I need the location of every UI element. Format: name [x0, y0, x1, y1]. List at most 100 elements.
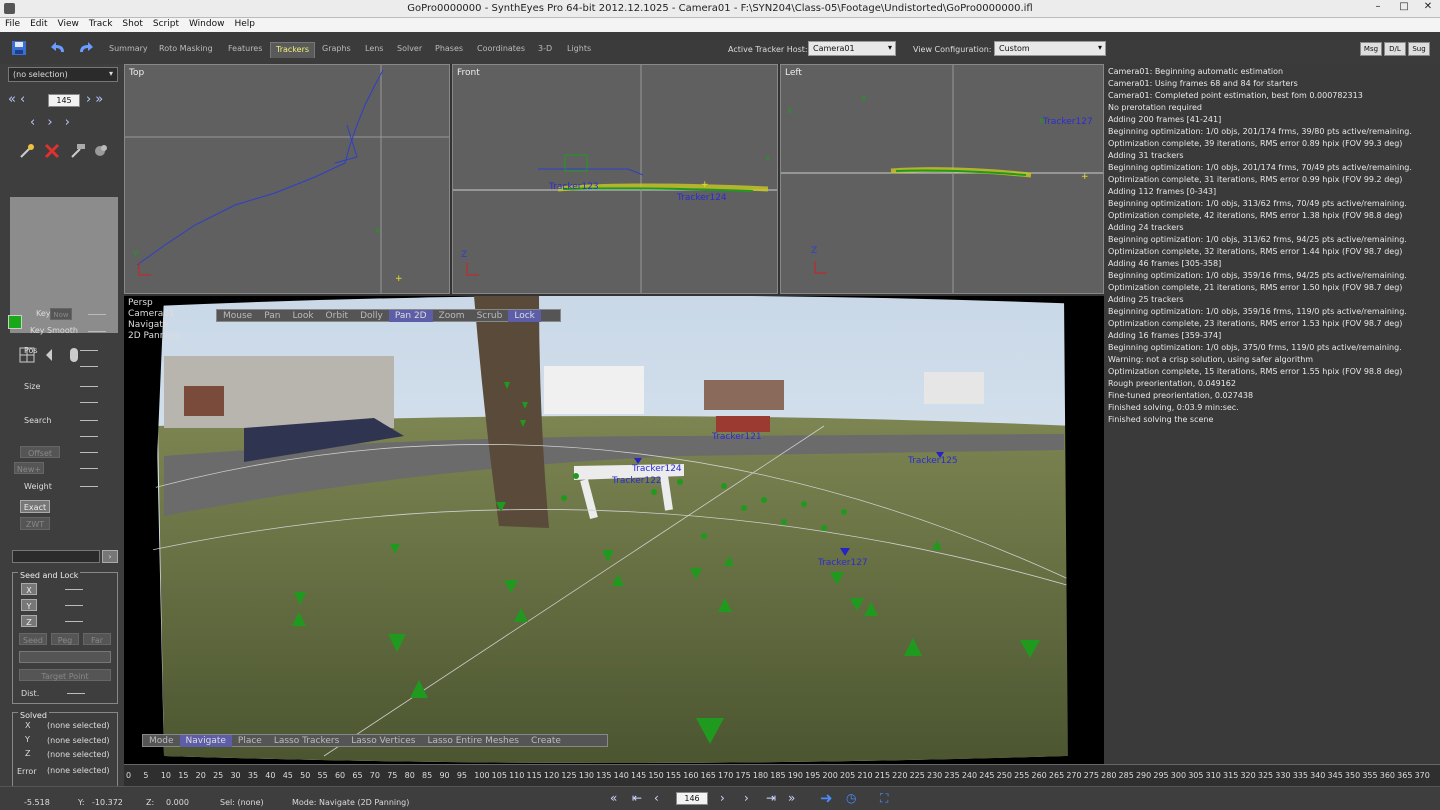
mode-zoom[interactable]: Zoom: [433, 310, 471, 322]
lock-mode-dropdown[interactable]: [19, 651, 111, 663]
weight-value: [80, 486, 98, 487]
zwt-button[interactable]: ZWT: [20, 517, 50, 530]
undo-icon[interactable]: [50, 40, 68, 56]
tab-summary[interactable]: Summary: [104, 42, 153, 58]
expand-icon[interactable]: ›: [102, 550, 118, 563]
exact-button[interactable]: Exact: [20, 500, 50, 513]
tab-graphs[interactable]: Graphs: [317, 42, 356, 58]
tab-coordinates[interactable]: Coordinates: [472, 42, 531, 58]
direction-arrow-icon[interactable]: ➜: [820, 789, 833, 807]
offset-button[interactable]: Offset: [20, 446, 60, 458]
next-key-frame-icon[interactable]: ⇥: [766, 791, 776, 805]
tab-lens[interactable]: Lens: [360, 42, 389, 58]
edit-mode-lasso-meshes[interactable]: Lasso Entire Meshes: [421, 735, 525, 747]
gears-icon[interactable]: [95, 145, 107, 156]
edit-mode-place[interactable]: Place: [232, 735, 268, 747]
step-forward-icon[interactable]: ›: [65, 115, 74, 130]
lock-x-button[interactable]: X: [21, 583, 37, 595]
menu-shot[interactable]: Shot: [117, 18, 147, 29]
step-back-frame-icon[interactable]: ‹: [654, 791, 659, 805]
last-frame-icon[interactable]: »: [95, 92, 107, 107]
tab-phases[interactable]: Phases: [430, 42, 469, 58]
fit-view-icon[interactable]: ⛶: [880, 791, 888, 806]
clock-icon[interactable]: ◷: [846, 791, 856, 805]
save-icon[interactable]: [10, 40, 28, 56]
current-frame-field[interactable]: 146: [676, 792, 708, 805]
fast-forward-icon[interactable]: »: [788, 791, 795, 805]
peg-button[interactable]: Peg: [51, 633, 79, 645]
menu-edit[interactable]: Edit: [25, 18, 52, 29]
tracker-color-swatch[interactable]: [8, 315, 22, 329]
mode-dolly[interactable]: Dolly: [354, 310, 389, 322]
tab-trackers[interactable]: Trackers: [270, 42, 316, 58]
delete-icon[interactable]: [44, 143, 60, 159]
tracker-list-dropdown[interactable]: [12, 550, 100, 563]
tab-roto-masking[interactable]: Roto Masking: [154, 42, 218, 58]
svg-text:x: x: [765, 154, 771, 164]
perspective-viewport[interactable]: Persp Camera01 Navigate 2D Panning Track…: [124, 296, 1104, 764]
tracker-selection-dropdown[interactable]: (no selection): [8, 67, 118, 82]
mode-pan-2d[interactable]: Pan 2D: [388, 310, 433, 322]
close-button[interactable]: ✕: [1416, 1, 1440, 16]
play-forward-icon[interactable]: ›: [720, 791, 725, 805]
rewind-icon[interactable]: «: [610, 791, 617, 805]
now-button[interactable]: Now: [50, 308, 72, 320]
step-forward-frame-icon[interactable]: ›: [744, 791, 749, 805]
top-viewport[interactable]: Top x + Y: [124, 64, 450, 294]
msg-button[interactable]: Msg: [1360, 42, 1382, 56]
step-back-icon[interactable]: ‹: [30, 115, 39, 130]
edit-mode-lasso-vertices[interactable]: Lasso Vertices: [345, 735, 421, 747]
maximize-button[interactable]: □: [1392, 1, 1416, 16]
next-key-icon[interactable]: ›: [86, 92, 95, 107]
tracker-127-label[interactable]: Tracker127: [818, 558, 868, 568]
prev-key-frame-icon[interactable]: ⇤: [632, 791, 642, 805]
tab-features[interactable]: Features: [223, 42, 268, 58]
edit-mode-navigate[interactable]: Navigate: [179, 735, 232, 747]
tracker-121-label[interactable]: Tracker121: [712, 432, 762, 442]
menu-help[interactable]: Help: [229, 18, 260, 29]
mode-orbit[interactable]: Orbit: [320, 310, 355, 322]
far-button[interactable]: Far: [83, 633, 111, 645]
mode-scrub[interactable]: Scrub: [471, 310, 509, 322]
edit-mode-lasso-trackers[interactable]: Lasso Trackers: [268, 735, 345, 747]
edit-mode-create[interactable]: Create: [525, 735, 567, 747]
timeline-ruler[interactable]: 0 5 10 15 20 25 30 35 40 45 50 55 60 65 70 75 80 85 90 95 10…: [124, 764, 1440, 786]
tab-solver[interactable]: Solver: [392, 42, 428, 58]
log-line: Finished solving the scene: [1108, 415, 1214, 424]
dl-button[interactable]: D/L: [1384, 42, 1406, 56]
sug-button[interactable]: Sug: [1408, 42, 1430, 56]
tab-lights[interactable]: Lights: [562, 42, 597, 58]
menu-file[interactable]: File: [0, 18, 25, 29]
minimize-button[interactable]: –: [1366, 1, 1390, 16]
left-viewport[interactable]: Left x x x + Z Tracker127: [780, 64, 1104, 294]
hammer-icon[interactable]: [71, 144, 85, 158]
first-frame-icon[interactable]: «: [8, 92, 20, 107]
redo-icon[interactable]: [76, 40, 94, 56]
prev-key-icon[interactable]: ‹: [20, 92, 29, 107]
target-point-button[interactable]: Target Point: [19, 669, 111, 681]
tab-3d[interactable]: 3-D: [533, 42, 558, 58]
menu-window[interactable]: Window: [184, 18, 230, 29]
mouse-icon[interactable]: [70, 348, 78, 362]
wand-icon[interactable]: [20, 144, 34, 158]
new-button[interactable]: New+: [14, 462, 44, 474]
active-tracker-host-dropdown[interactable]: Camera01: [808, 41, 896, 56]
mode-pan[interactable]: Pan: [258, 310, 286, 322]
seed-button[interactable]: Seed: [19, 633, 47, 645]
lock-y-button[interactable]: Y: [21, 599, 37, 611]
tracker-122-label[interactable]: Tracker122: [612, 476, 662, 486]
menu-script[interactable]: Script: [148, 18, 184, 29]
play-icon[interactable]: ›: [47, 115, 56, 130]
lock-z-button[interactable]: Z: [21, 615, 37, 627]
frame-number-field[interactable]: 145: [48, 94, 80, 107]
tracker-124-label[interactable]: Tracker124: [632, 464, 682, 474]
active-tracker-host-label: Active Tracker Host:: [728, 45, 808, 54]
mode-lock[interactable]: Lock: [508, 310, 541, 322]
mode-look[interactable]: Look: [286, 310, 319, 322]
arrow-icon[interactable]: [46, 349, 52, 361]
tracker-125-label[interactable]: Tracker125: [908, 456, 958, 466]
menu-track[interactable]: Track: [84, 18, 118, 29]
menu-view[interactable]: View: [53, 18, 84, 29]
front-viewport[interactable]: Front x + Z Tracker123 Tracker124: [452, 64, 778, 294]
view-config-dropdown[interactable]: Custom: [994, 41, 1106, 56]
